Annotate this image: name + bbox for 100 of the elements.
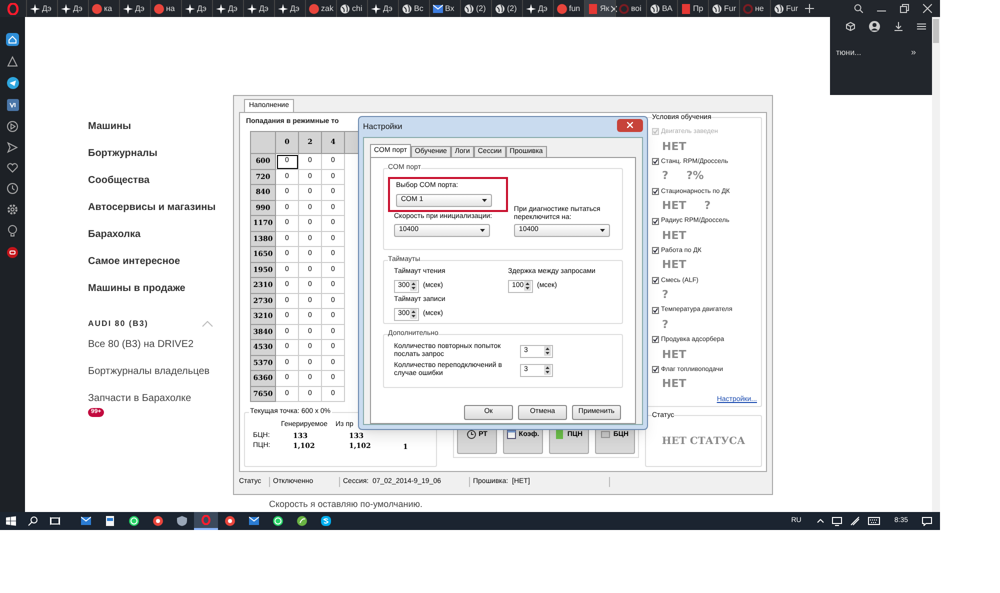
nav-link[interactable]: Сообщества	[88, 175, 150, 186]
globe-icon	[774, 4, 784, 14]
round-logo-icon	[309, 4, 319, 14]
status-value: ?	[704, 198, 711, 214]
play-icon[interactable]	[7, 121, 18, 132]
scrollbar-thumb[interactable]	[933, 19, 939, 43]
plus-icon[interactable]	[805, 4, 814, 13]
search-icon[interactable]	[28, 516, 38, 526]
status-value: ?	[662, 287, 668, 304]
search-icon[interactable]	[854, 4, 863, 13]
triangle-icon[interactable]	[7, 56, 18, 67]
status-text: НЕТ СТАТУСА	[662, 434, 746, 448]
envelope-icon	[249, 516, 259, 526]
cube-icon[interactable]	[846, 22, 855, 31]
round-logo-icon	[225, 516, 235, 526]
caret-icon	[480, 229, 485, 232]
star-icon	[247, 4, 257, 14]
globe-icon	[402, 4, 412, 14]
chat-bubble-icon	[273, 516, 283, 526]
clock-icon[interactable]	[7, 183, 18, 194]
ring-icon	[201, 515, 211, 525]
shield-icon	[177, 516, 187, 526]
monitor-icon[interactable]	[832, 516, 842, 526]
nav-link[interactable]: Машины	[88, 121, 132, 132]
send-icon[interactable]	[7, 142, 18, 153]
star-icon	[216, 4, 226, 14]
nav-link[interactable]: Все 80 (B3) на DRIVE2	[88, 337, 233, 352]
status-value: ?	[662, 316, 668, 333]
avatar-icon[interactable]	[869, 21, 880, 32]
star-icon	[526, 4, 536, 14]
more-bookmarks-button[interactable]: »	[910, 46, 916, 60]
restore-icon[interactable]	[900, 4, 909, 13]
checkbox[interactable]	[652, 158, 659, 166]
envelope-icon	[433, 4, 443, 14]
chat-bubble-icon	[321, 516, 331, 526]
home-icon[interactable]	[6, 33, 19, 46]
browser-logo-icon[interactable]	[7, 2, 19, 14]
leaf-icon	[297, 516, 307, 526]
nav-link[interactable]: Бортжурналы владельцев	[88, 364, 233, 379]
nav-link[interactable]: Машины в продаже	[88, 283, 186, 294]
close-icon[interactable]	[923, 4, 932, 13]
checkmark-icon	[653, 159, 658, 164]
checkbox[interactable]	[652, 306, 659, 314]
round-logo-icon	[154, 4, 164, 14]
bookmark-link[interactable]: тюни...	[836, 46, 862, 59]
nav-link[interactable]: Бортжурналы	[88, 148, 158, 159]
nav-link[interactable]: Самое интересное	[88, 256, 180, 267]
ring-icon	[619, 4, 629, 14]
windows-logo-icon[interactable]	[6, 516, 16, 526]
checkmark-icon	[653, 308, 658, 313]
square-icon	[681, 4, 691, 14]
status-value: НЕТ	[662, 346, 686, 363]
star-icon	[185, 4, 195, 14]
star-icon	[61, 4, 71, 14]
star-icon	[30, 4, 40, 14]
spinner-arrows-icon	[544, 346, 551, 356]
clock-icon	[466, 430, 476, 439]
section-title: AUDI 80 (B3)	[88, 318, 148, 330]
round-logo-icon	[557, 4, 567, 14]
task-view-icon[interactable]	[50, 516, 60, 526]
checkbox[interactable]	[652, 336, 659, 344]
messenger-icon[interactable]	[6, 99, 18, 111]
sliders-icon[interactable]	[917, 22, 926, 31]
status-value: НЕТ	[662, 198, 686, 214]
document-icon	[105, 516, 115, 526]
nav-link[interactable]: Барахолка	[88, 229, 141, 240]
status-value: ?	[662, 168, 668, 184]
star-icon	[123, 4, 133, 14]
globe-icon	[340, 4, 350, 14]
globe-icon	[712, 4, 722, 14]
checkmark-icon	[653, 188, 658, 194]
star-icon	[278, 4, 288, 14]
heart-icon[interactable]	[7, 163, 18, 173]
close-icon[interactable]	[611, 6, 618, 12]
globe-icon	[650, 4, 660, 14]
checkbox[interactable]	[652, 277, 659, 284]
ring-icon	[743, 4, 753, 14]
spinner-arrows-icon	[410, 309, 417, 319]
keyboard-icon[interactable]	[868, 517, 880, 525]
settings-icon[interactable]	[7, 204, 18, 215]
status-value: НЕТ	[662, 376, 686, 392]
browser-tab[interactable]: Як	[584, 0, 615, 17]
nav-link[interactable]: Автосервисы и магазины	[88, 202, 216, 213]
status-value: ?%	[686, 168, 704, 184]
nav-link[interactable]: Запчасти в Барахолке	[88, 391, 233, 406]
lightbulb-icon[interactable]	[8, 225, 17, 237]
notification-icon[interactable]	[922, 516, 932, 526]
checkmark-icon	[653, 337, 658, 342]
close-button[interactable]	[617, 118, 643, 132]
checkbox[interactable]	[652, 188, 659, 195]
checkmark-icon	[653, 367, 658, 372]
checkbox[interactable]	[652, 218, 659, 225]
checkbox[interactable]	[652, 366, 659, 374]
checkbox[interactable]	[652, 247, 659, 254]
download-icon[interactable]	[894, 22, 903, 31]
close-icon	[627, 122, 633, 128]
chat-bubble-icon	[129, 516, 139, 526]
app-badge-icon[interactable]	[7, 247, 18, 258]
messenger-icon[interactable]	[6, 77, 18, 89]
caption-text: Скорость я оставляю по-умолчанию.	[268, 498, 424, 511]
